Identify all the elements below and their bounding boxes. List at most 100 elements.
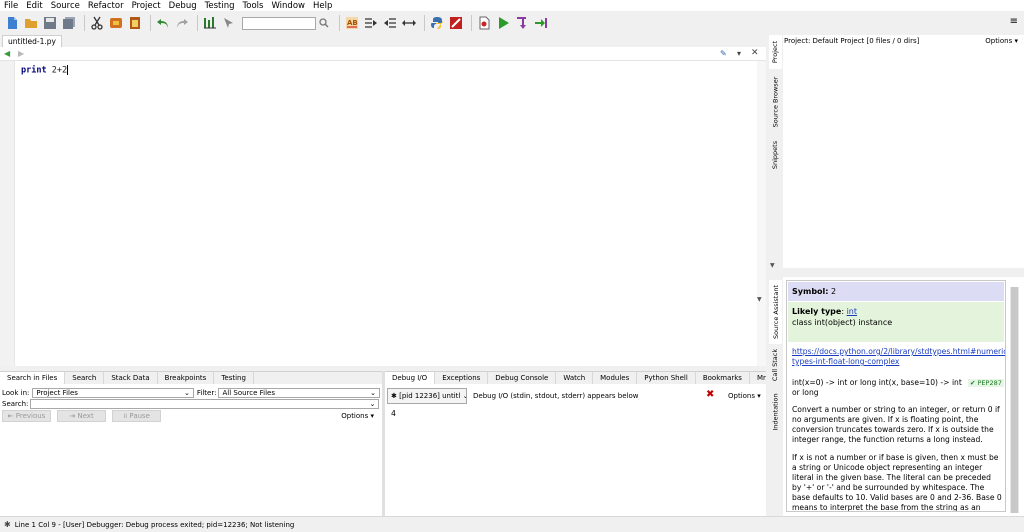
editor-tab-untitled[interactable]: untitled-1.py bbox=[2, 35, 62, 47]
nav-back-icon[interactable]: ◀ bbox=[4, 49, 10, 58]
chevron-down-icon: ⌄ bbox=[370, 388, 376, 397]
menu-file[interactable]: File bbox=[4, 1, 18, 11]
source-assistant-panel: Symbol: 2 Likely type: int class int(obj… bbox=[783, 277, 1024, 516]
python-icon[interactable] bbox=[429, 16, 444, 31]
options-label: Options bbox=[728, 392, 756, 400]
search-options-button[interactable]: Options ▾ bbox=[341, 412, 374, 420]
menu-source[interactable]: Source bbox=[51, 1, 80, 11]
toolbar-search-input[interactable] bbox=[242, 16, 316, 30]
menu-project[interactable]: Project bbox=[132, 1, 161, 11]
toolbar-menu-icon[interactable]: ≡ bbox=[1010, 15, 1018, 29]
indent-guides-icon[interactable] bbox=[202, 16, 217, 31]
doc-paragraph-2: If x is not a number or if base is given… bbox=[792, 453, 1002, 512]
spell-check-icon[interactable]: AB bbox=[344, 16, 359, 31]
pointer-search-icon[interactable] bbox=[221, 16, 236, 31]
undo-icon[interactable] bbox=[155, 16, 170, 31]
debug-io-panel: Debug I/O Exceptions Debug Console Watch… bbox=[385, 371, 774, 516]
tab-bookmarks[interactable]: Bookmarks bbox=[696, 372, 750, 384]
scroll-down-icon[interactable]: ▼ bbox=[770, 262, 775, 269]
indent-toggle-icon[interactable] bbox=[401, 16, 416, 31]
source-assistant-scrollbar[interactable] bbox=[1010, 287, 1019, 513]
debug-process-select[interactable]: ✱ [pid 12236] untitl ⌄ bbox=[387, 388, 467, 404]
scrollbar-thumb[interactable] bbox=[1011, 287, 1018, 513]
editor-scrollbar[interactable] bbox=[757, 61, 766, 366]
tab-stack-data[interactable]: Stack Data bbox=[104, 372, 158, 384]
menu-refactor[interactable]: Refactor bbox=[88, 1, 124, 11]
tab-snippets[interactable]: Snippets bbox=[769, 135, 782, 175]
docs-link[interactable]: https://docs.python.org/2/library/stdtyp… bbox=[792, 347, 1005, 367]
pep-badge: ✔ PEP287 bbox=[968, 379, 1004, 387]
tab-debug-io[interactable]: Debug I/O bbox=[385, 372, 436, 384]
debug-options-button[interactable]: Options ▾ bbox=[728, 392, 761, 400]
svg-text:AB: AB bbox=[347, 19, 358, 27]
pause-label: Pause bbox=[129, 412, 150, 420]
new-file-icon[interactable] bbox=[4, 16, 19, 31]
toolbar: AB ≡ bbox=[0, 11, 1024, 35]
project-header: Project: Default Project [0 files / 0 di… bbox=[784, 37, 920, 45]
tab-project[interactable]: Project bbox=[769, 35, 782, 69]
tab-python-shell[interactable]: Python Shell bbox=[637, 372, 696, 384]
look-in-select[interactable]: Project Files ⌄ bbox=[32, 387, 194, 398]
menu-edit[interactable]: Edit bbox=[26, 1, 42, 11]
tab-modules[interactable]: Modules bbox=[593, 372, 638, 384]
next-button[interactable]: ⇥ Next bbox=[57, 410, 106, 422]
tab-source-browser[interactable]: Source Browser bbox=[769, 71, 782, 133]
tab-testing[interactable]: Testing bbox=[214, 372, 254, 384]
tab-watch[interactable]: Watch bbox=[556, 372, 594, 384]
run-debug-icon[interactable] bbox=[495, 16, 510, 31]
save-all-icon[interactable] bbox=[61, 16, 76, 31]
nav-forward-icon[interactable]: ▶ bbox=[18, 49, 24, 58]
cut-icon[interactable] bbox=[89, 16, 104, 31]
code-editor[interactable]: print 2+2 bbox=[0, 61, 766, 366]
redo-icon[interactable] bbox=[174, 16, 189, 31]
clear-output-icon[interactable]: ✖ bbox=[706, 389, 714, 400]
symbol-value: 2 bbox=[831, 287, 837, 296]
project-options-button[interactable]: Options ▾ bbox=[985, 37, 1018, 45]
toolbar-separator bbox=[339, 15, 340, 31]
menu-tools[interactable]: Tools bbox=[243, 1, 264, 11]
menu-window[interactable]: Window bbox=[271, 1, 305, 11]
project-panel: Project: Default Project [0 files / 0 di… bbox=[783, 35, 1024, 268]
step-out-icon[interactable] bbox=[533, 16, 548, 31]
menu-debug[interactable]: Debug bbox=[169, 1, 197, 11]
menu-testing[interactable]: Testing bbox=[205, 1, 235, 11]
debug-settings-icon[interactable] bbox=[448, 16, 463, 31]
search-input[interactable]: ⌄ bbox=[30, 398, 380, 409]
save-icon[interactable] bbox=[42, 16, 57, 31]
pin-icon[interactable]: ✎ bbox=[720, 49, 727, 58]
filter-label: Filter: bbox=[196, 388, 217, 397]
indent-left-icon[interactable] bbox=[382, 16, 397, 31]
tab-call-stack[interactable]: Call Stack bbox=[769, 346, 782, 384]
breakpoint-icon[interactable] bbox=[476, 16, 491, 31]
filter-select[interactable]: All Source Files ⌄ bbox=[218, 387, 380, 398]
toolbar-separator bbox=[150, 15, 151, 31]
likely-type-link[interactable]: int bbox=[847, 307, 857, 316]
tab-search[interactable]: Search bbox=[65, 372, 105, 384]
menu-help[interactable]: Help bbox=[313, 1, 332, 11]
search-row: Search: ⌄ bbox=[2, 398, 380, 409]
search-icon[interactable] bbox=[316, 16, 331, 31]
paste-icon[interactable] bbox=[127, 16, 142, 31]
tab-search-in-files[interactable]: Search in Files bbox=[0, 372, 66, 384]
tab-source-browser-label: Source Browser bbox=[771, 76, 780, 128]
filter-value: All Source Files bbox=[222, 388, 275, 397]
copy-icon[interactable] bbox=[108, 16, 123, 31]
tab-breakpoints[interactable]: Breakpoints bbox=[158, 372, 215, 384]
indent-right-icon[interactable] bbox=[363, 16, 378, 31]
chevron-down-icon[interactable]: ▾ bbox=[737, 49, 741, 58]
previous-button[interactable]: ⇤ Previous bbox=[2, 410, 51, 422]
tab-exceptions[interactable]: Exceptions bbox=[435, 372, 489, 384]
scroll-down-icon[interactable]: ▼ bbox=[757, 296, 762, 303]
close-icon[interactable]: ✕ bbox=[751, 48, 759, 58]
tab-source-assistant[interactable]: Source Assistant bbox=[769, 280, 782, 344]
signature-text: int(x=0) -> int or long int(x, base=10) … bbox=[792, 378, 962, 397]
pause-button[interactable]: ॥ Pause bbox=[112, 410, 161, 422]
editor-tab-strip: untitled-1.py bbox=[0, 35, 766, 47]
open-folder-icon[interactable] bbox=[23, 16, 38, 31]
status-bar: ✱ Line 1 Col 9 - [User] Debugger: Debug … bbox=[0, 516, 1024, 532]
tab-indentation[interactable]: Indentation bbox=[769, 387, 782, 437]
code-line[interactable]: print 2+2 bbox=[21, 65, 69, 76]
look-in-value: Project Files bbox=[36, 388, 78, 397]
step-into-icon[interactable] bbox=[514, 16, 529, 31]
tab-debug-console[interactable]: Debug Console bbox=[488, 372, 557, 384]
